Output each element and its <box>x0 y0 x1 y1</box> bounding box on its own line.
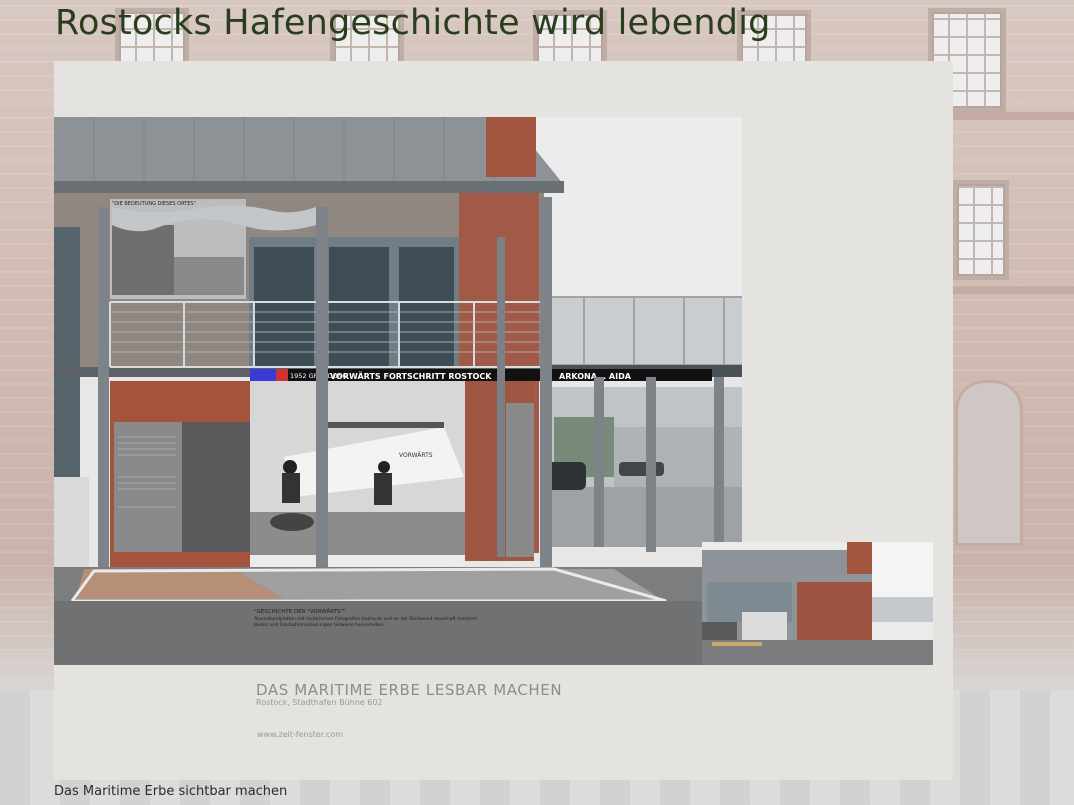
inset-photo <box>702 542 933 665</box>
panel-url[interactable]: www.zeit-fenster.com <box>257 730 343 739</box>
board-top-title: "DIE BEDEUTUNG DIESES ORTES" <box>112 201 196 207</box>
panel-heading: DAS MARITIME ERBE LESBAR MACHEN <box>256 681 563 699</box>
facade-arched-door <box>955 380 1023 546</box>
legend-title: "GESCHICHTE DER "VORWÄRTS"" <box>254 608 346 615</box>
presentation-panel: "DIE BEDEUTUNG DIESES ORTES" 1952 GRÜNDU… <box>54 61 953 780</box>
legend-text-1: Aluverbundplatten mit historischen Fotog… <box>254 616 478 622</box>
facade-cornice <box>950 112 1074 120</box>
photomontage-image: "DIE BEDEUTUNG DIESES ORTES" 1952 GRÜNDU… <box>54 117 742 665</box>
image-caption: Das Maritime Erbe sichtbar machen <box>54 784 288 799</box>
facade-cornice <box>950 286 1074 294</box>
page-title: Rostocks Hafengeschichte wird lebendig <box>55 3 771 43</box>
ship-name: VORWÄRTS <box>399 452 433 459</box>
legend-text-2: Boden und Fahrbahnmarkierungen teilweise… <box>254 622 385 628</box>
facade-window <box>953 180 1009 280</box>
panel-subheading: Rostock, Stadthafen Bühne 602 <box>256 698 383 707</box>
banner-mid: VORWÄRTS FORTSCHRITT ROSTOCK <box>330 371 492 381</box>
